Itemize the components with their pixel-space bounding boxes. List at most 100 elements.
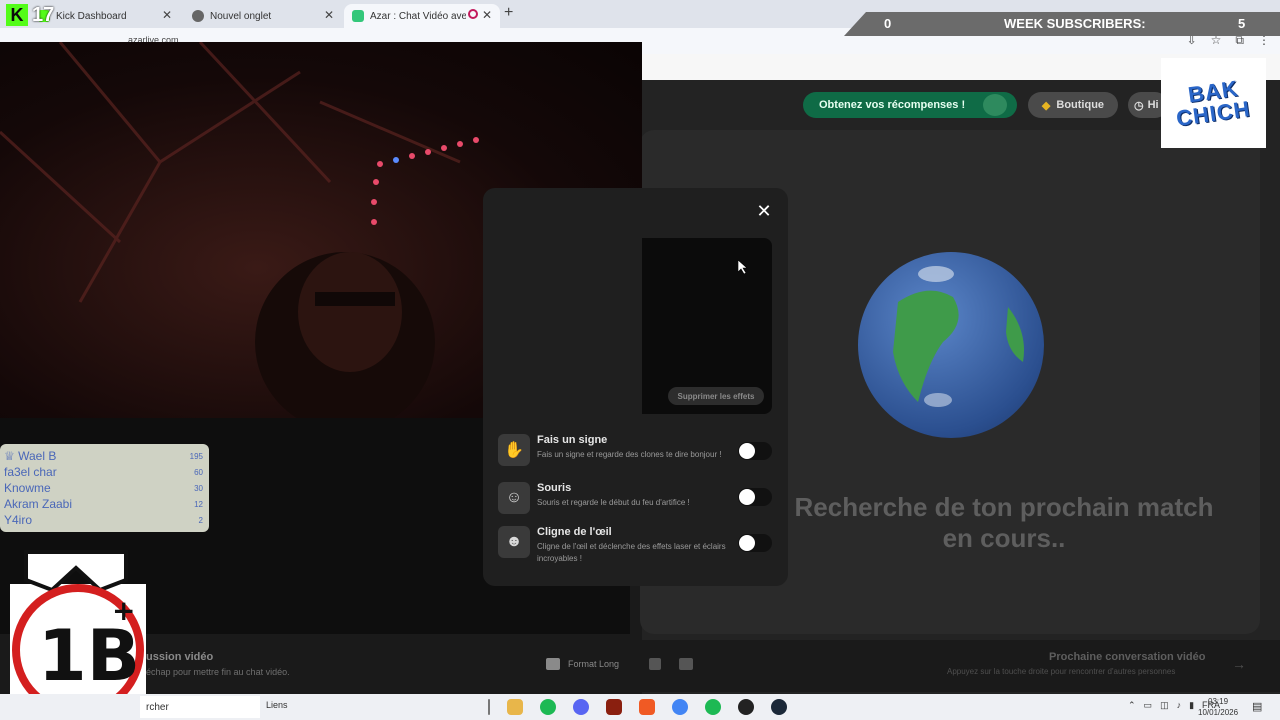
gift-character-icon	[983, 94, 1007, 116]
effect-item: ✋ Fais un signe Fais un signe et regarde…	[498, 434, 778, 474]
divider	[488, 699, 490, 715]
trophy-icon: ♕	[4, 449, 19, 463]
clock-date: 10/01/2026	[1198, 708, 1239, 717]
leaderboard-name: fa3el char	[4, 465, 57, 479]
taskbar-links-label[interactable]: Liens	[266, 700, 288, 710]
desktop: Kick Dashboard ✕ Nouvel onglet ✕ Azar : …	[0, 0, 1280, 720]
volume-icon[interactable]: ♪	[1177, 700, 1182, 711]
leaderboard-name: ♕ Wael B	[4, 449, 56, 463]
azar-favicon-icon	[352, 10, 364, 22]
rewards-label: Obtenez vos récompenses !	[819, 99, 966, 111]
diamond-icon: ◆	[1041, 99, 1051, 112]
leaderboard-score: 12	[194, 499, 203, 509]
close-icon[interactable]: ✕	[482, 8, 492, 22]
taskbar-search-input[interactable]: rcher	[140, 696, 260, 718]
mouse-cursor-icon	[737, 259, 748, 275]
tab-azar[interactable]: Azar : Chat Vidéo avec de ✕	[344, 4, 500, 28]
leaderboard-overlay: ♕ Wael B 195 fa3el char 60 Knowme 30 Akr…	[0, 444, 209, 532]
match-status-text: Recherche de ton prochain match en cours…	[794, 492, 1214, 553]
effect-item: ☻ Cligne de l'œil Cligne de l'œil et déc…	[498, 526, 778, 566]
subscribers-left-value: 0	[884, 16, 892, 31]
subscribers-count: 5	[1238, 16, 1246, 31]
leaderboard-name: Knowme	[4, 481, 51, 495]
page-bottom-bar	[140, 640, 1280, 692]
clock-icon: ◷	[1134, 99, 1144, 112]
tab-label: Nouvel onglet	[210, 10, 272, 22]
svg-text:1B: 1B	[38, 615, 140, 697]
new-tab-button[interactable]: +	[504, 4, 513, 22]
chrome-icon[interactable]	[672, 699, 688, 715]
brand-line2: CHICH	[1174, 95, 1253, 132]
effect-description: Souris et regarde le début du feu d'arti…	[537, 498, 690, 507]
tab-label: Azar : Chat Vidéo avec de	[370, 10, 466, 22]
chevron-up-icon[interactable]: ⌃	[1128, 700, 1136, 711]
spotify-icon[interactable]	[705, 699, 721, 715]
obs-icon[interactable]	[738, 699, 754, 715]
monitor-icon[interactable]: ▭	[1144, 700, 1153, 711]
effect-item: ☺ Souris Souris et regarde le début du f…	[498, 482, 778, 522]
illustrator-icon[interactable]	[606, 699, 622, 715]
recording-icon	[468, 9, 478, 19]
leaderboard-score: 2	[198, 515, 203, 525]
effect-toggle[interactable]	[738, 534, 772, 552]
effect-toggle[interactable]	[738, 442, 772, 460]
effect-title: Fais un signe	[537, 434, 608, 446]
close-icon[interactable]: ✕	[324, 8, 334, 22]
leaderboard-row: fa3el char 60	[4, 464, 205, 480]
effect-title: Souris	[537, 482, 572, 494]
next-conversation-title[interactable]: Prochaine conversation vidéo	[1049, 651, 1206, 663]
wink-icon: ☻	[498, 526, 530, 558]
discord-icon[interactable]	[573, 699, 589, 715]
tab-label: Kick Dashboard	[56, 10, 127, 22]
effect-title: Cligne de l'œil	[537, 526, 612, 538]
format-long-icon	[546, 658, 560, 670]
smile-icon: ☺	[498, 482, 530, 514]
effect-description: Cligne de l'œil et déclenche des effets …	[537, 542, 726, 563]
globe-illustration	[858, 252, 1044, 438]
taskbar-clock[interactable]: 03:19 10/01/2026	[1198, 696, 1238, 718]
bakchich-logo: BAK CHICH	[1161, 58, 1266, 148]
tab-new-tab[interactable]: Nouvel onglet ✕	[184, 4, 342, 28]
battery-icon[interactable]: ▮	[1189, 700, 1194, 711]
week-subscribers-banner: 0 WEEK SUBSCRIBERS: 5	[844, 12, 1280, 36]
end-discussion-title: ussion vidéo	[146, 651, 214, 663]
wave-hand-icon: ✋	[498, 434, 530, 466]
network-icon[interactable]: ◫	[1160, 700, 1169, 711]
notification-icon[interactable]: ▤	[1252, 700, 1262, 713]
effect-description: Fais un signe et regarde des clones te d…	[537, 450, 722, 459]
boutique-button[interactable]: ◆ Boutique	[1028, 92, 1118, 118]
brave-icon[interactable]	[639, 699, 655, 715]
rewards-button[interactable]: Obtenez vos récompenses !	[803, 92, 1017, 118]
leaderboard-row: ♕ Wael B 195	[4, 448, 205, 464]
boutique-label: Boutique	[1056, 99, 1105, 111]
viewer-count: 17	[32, 3, 55, 26]
kick-logo-icon: K	[6, 4, 28, 26]
end-discussion-hint: échap pour mettre fin au chat vidéo.	[146, 667, 290, 677]
format-square-icon[interactable]	[649, 658, 662, 670]
remove-effects-button[interactable]: Supprimer les effets	[668, 387, 764, 405]
arrow-right-icon[interactable]: →	[1232, 656, 1246, 672]
history-label: Hi	[1147, 99, 1159, 111]
clock-time: 03:19	[1208, 697, 1229, 706]
spotify-icon[interactable]	[540, 699, 556, 715]
subscribers-title: WEEK SUBSCRIBERS:	[1004, 16, 1146, 31]
steam-icon[interactable]	[771, 699, 787, 715]
svg-text:+: +	[112, 594, 135, 627]
format-selector[interactable]: Format Long	[546, 652, 706, 676]
format-label: Format Long	[568, 659, 620, 669]
leaderboard-row: Akram Zaabi 12	[4, 496, 205, 512]
leaderboard-score: 195	[189, 451, 203, 461]
close-icon[interactable]: ✕	[755, 202, 773, 220]
taskbar-apps	[488, 699, 787, 715]
leaderboard-score: 30	[194, 483, 203, 493]
leaderboard-name: Akram Zaabi	[4, 497, 73, 511]
leaderboard-row: Y4iro 2	[4, 512, 205, 528]
format-split-icon[interactable]	[679, 658, 694, 670]
leaderboard-row: Knowme 30	[4, 480, 205, 496]
close-icon[interactable]: ✕	[162, 8, 172, 22]
file-explorer-icon[interactable]	[507, 699, 523, 715]
effect-toggle[interactable]	[738, 488, 772, 506]
leaderboard-name: Y4iro	[4, 513, 33, 527]
leaderboard-score: 60	[194, 467, 203, 477]
leaderboard-name-text: Wael B	[18, 449, 57, 463]
